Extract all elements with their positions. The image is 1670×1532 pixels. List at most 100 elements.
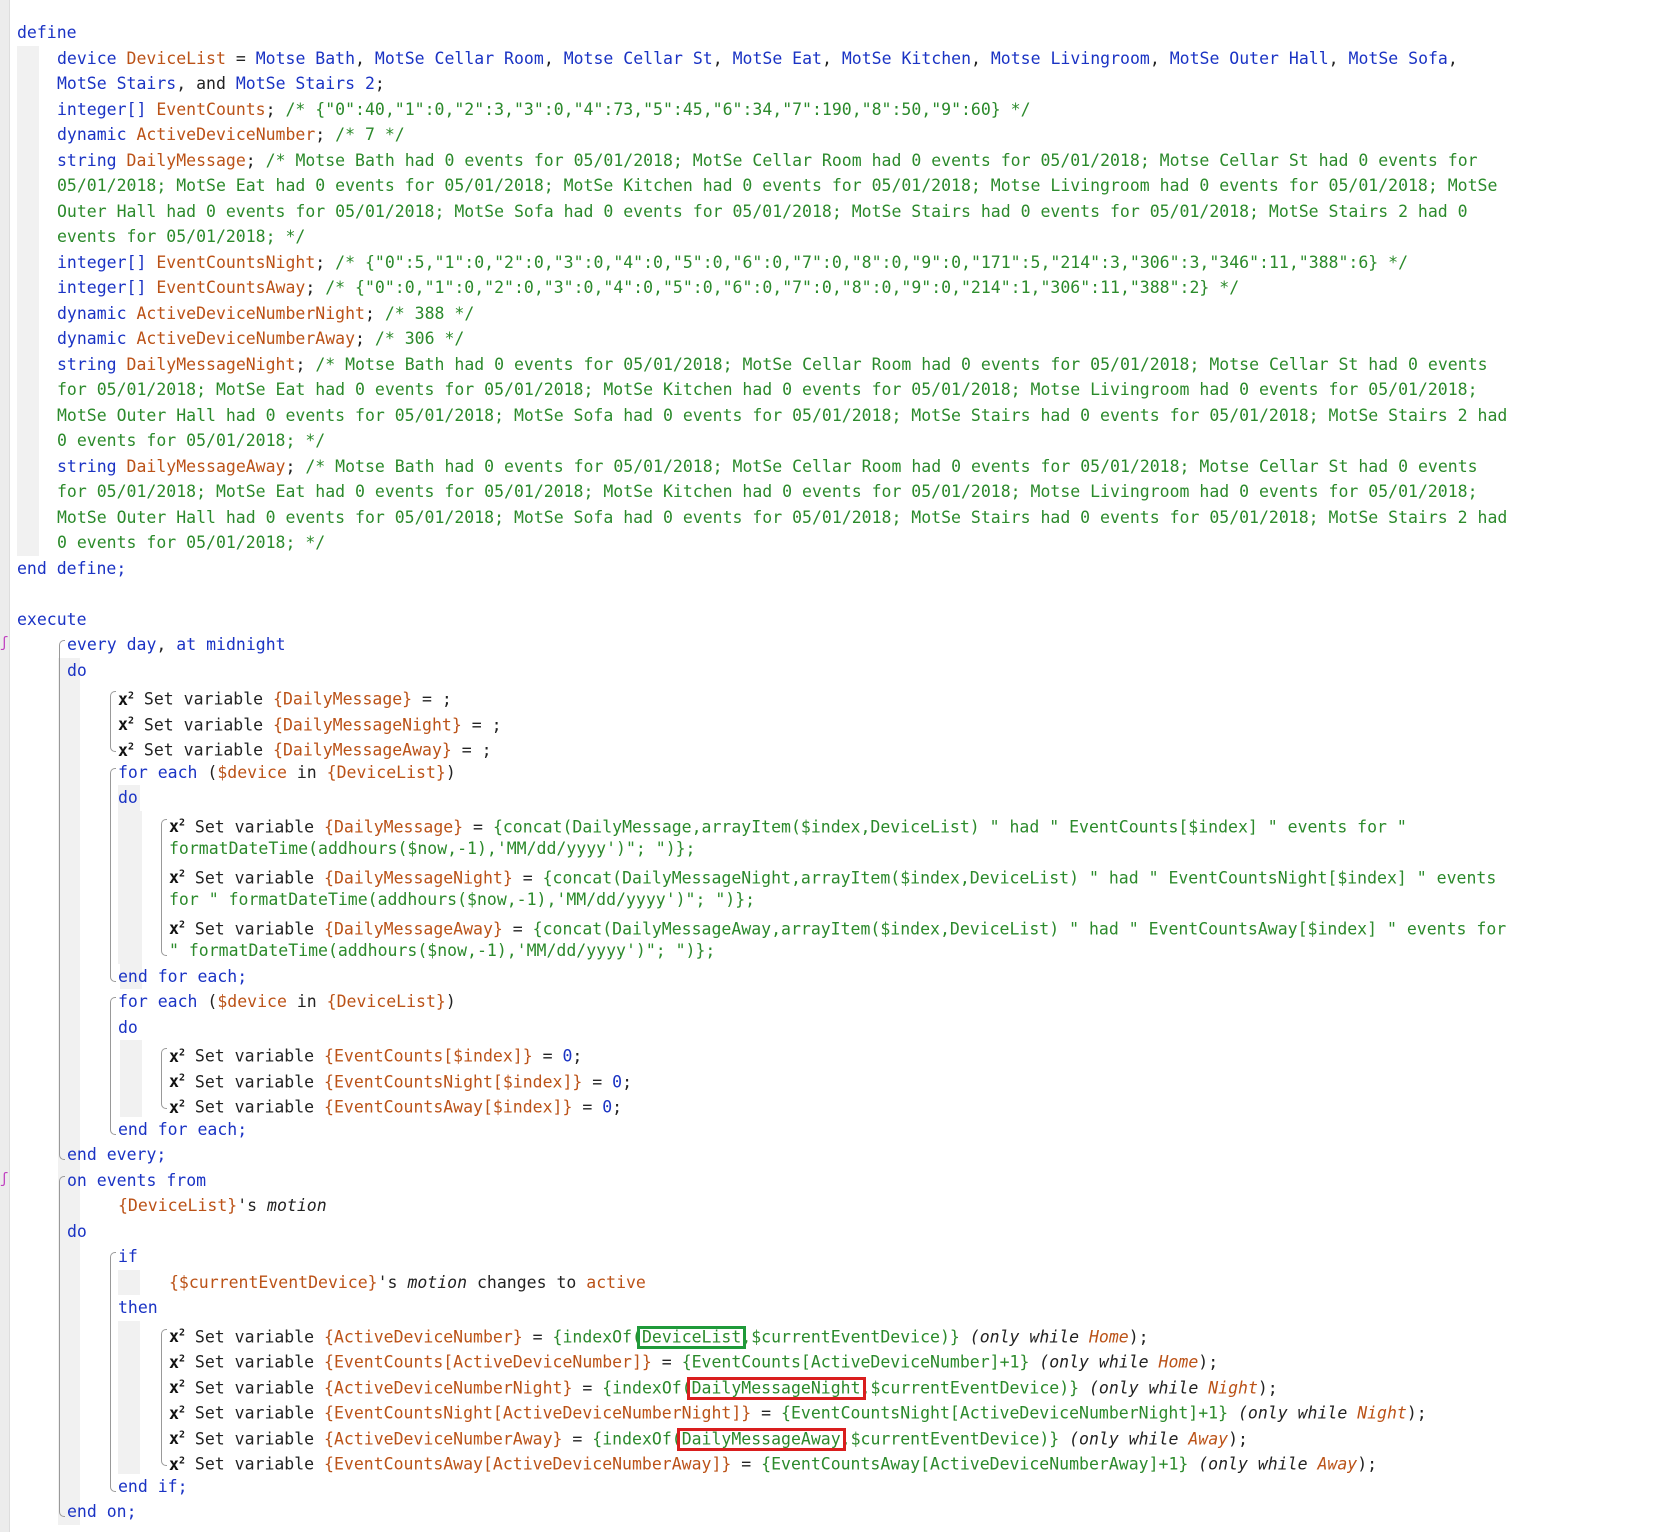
block-bracket[interactable] bbox=[161, 818, 167, 956]
code-token: ActiveDeviceNumber bbox=[136, 125, 316, 144]
code-token: , bbox=[821, 48, 842, 68]
code-token: events for 05/01/2018; */ bbox=[57, 227, 306, 246]
block-bracket[interactable] bbox=[59, 640, 65, 1160]
code-token: ActiveDeviceNumberNight bbox=[136, 303, 365, 323]
code-token: /* Motse Bath had 0 events for 05/01/201… bbox=[265, 150, 1478, 170]
code-token: {concat(DailyMessageNight,arrayItem($ind… bbox=[542, 868, 1497, 887]
code-token: {indexOf( bbox=[592, 1429, 682, 1448]
code-line: {DeviceList}'s motion bbox=[118, 1193, 327, 1219]
block-bracket[interactable] bbox=[110, 997, 116, 1135]
code-token: ); bbox=[1228, 1429, 1248, 1448]
code-line: for each ($device in {DeviceList}) bbox=[118, 989, 456, 1015]
code-token: dynamic bbox=[57, 125, 137, 144]
variable-icon: x2 bbox=[169, 919, 185, 938]
code-line: do bbox=[118, 1015, 138, 1041]
code-line: execute bbox=[17, 607, 87, 633]
code-token: = bbox=[751, 1403, 782, 1423]
code-token: Home bbox=[1088, 1327, 1129, 1346]
code-token: (only while bbox=[1079, 1378, 1209, 1397]
code-token: do bbox=[118, 788, 138, 807]
code-token: /* Motse Bath had 0 events for 05/01/201… bbox=[305, 456, 1478, 476]
code-token: MotSe Eat bbox=[732, 48, 822, 68]
code-line: events for 05/01/2018; */ bbox=[57, 224, 305, 250]
code-token: , bbox=[355, 48, 375, 68]
code-line: every day, at midnight bbox=[67, 632, 286, 658]
code-token: ; bbox=[285, 456, 306, 476]
variable-icon: x2 bbox=[169, 868, 185, 887]
code-token: Set variable bbox=[184, 817, 325, 836]
code-token: end if; bbox=[118, 1476, 188, 1496]
fold-handle-icon[interactable]: ʃ bbox=[0, 1172, 8, 1186]
block-bracket[interactable] bbox=[110, 767, 116, 982]
code-line: MotSe Stairs, and MotSe Stairs 2; bbox=[57, 71, 385, 97]
code-token: = bbox=[651, 1352, 682, 1372]
highlight-box-red bbox=[676, 1428, 846, 1451]
code-token: MotSe Outer Hall bbox=[1169, 48, 1329, 68]
code-token: active bbox=[586, 1272, 646, 1292]
code-line: x2 Set variable {EventCountsNight[$index… bbox=[169, 1066, 632, 1091]
code-token: DailyMessageAway bbox=[126, 456, 286, 476]
code-line: " formatDateTime(addhours($now,-1),'MM/d… bbox=[169, 938, 715, 964]
code-line: do bbox=[118, 785, 138, 811]
code-token: /* 388 */ bbox=[384, 303, 475, 323]
code-line: MotSe Outer Hall had 0 events for 05/01/… bbox=[57, 505, 1507, 531]
code-line: for each ($device in {DeviceList}) bbox=[118, 760, 456, 786]
code-line: x2 Set variable {EventCountsNight[Active… bbox=[169, 1397, 1427, 1423]
code-token: {indexOf( bbox=[602, 1378, 692, 1397]
code-token: Night bbox=[1208, 1378, 1258, 1397]
code-token: Away bbox=[1317, 1454, 1358, 1474]
code-line: formatDateTime(addhours($now,-1),'MM/dd/… bbox=[169, 836, 696, 862]
code-token: {DailyMessageNight} bbox=[324, 868, 513, 887]
code-line: dynamic ActiveDeviceNumber; /* 7 */ bbox=[57, 122, 405, 148]
code-line: 0 events for 05/01/2018; */ bbox=[57, 428, 325, 454]
code-line: x2 Set variable {DailyMessage} = {concat… bbox=[169, 811, 1407, 836]
code-line: then bbox=[118, 1295, 158, 1321]
code-token: for 05/01/2018; MotSe Eat had 0 events f… bbox=[57, 380, 1478, 399]
code-token: string bbox=[57, 150, 127, 170]
code-token: end define; bbox=[17, 558, 127, 578]
code-token: Motse Bath bbox=[255, 48, 356, 68]
block-bracket[interactable] bbox=[59, 1175, 65, 1517]
code-token: Night bbox=[1357, 1403, 1407, 1423]
code-token: {DailyMessageAway} bbox=[324, 919, 503, 938]
code-token: = bbox=[522, 1327, 553, 1346]
code-token: 05/01/2018; MotSe Eat had 0 events for 0… bbox=[57, 176, 1498, 195]
block-bracket[interactable] bbox=[110, 1252, 116, 1492]
code-token: /* {"0":5,"1":0,"2":0,"3":0,"4":0,"5":0,… bbox=[335, 252, 1409, 272]
code-token: {$currentEventDevice} bbox=[169, 1272, 378, 1292]
code-token: ,$currentEventDevice)} bbox=[840, 1429, 1060, 1448]
code-token: {EventCountsNight[$index]} bbox=[324, 1072, 583, 1091]
fold-handle-icon[interactable]: ʃ bbox=[0, 636, 8, 650]
code-token: {DeviceList} bbox=[326, 992, 446, 1011]
code-token: {ActiveDeviceNumberNight} bbox=[324, 1378, 573, 1397]
code-editor[interactable]: ʃ ʃ define device DeviceList = Motse Bath,… bbox=[0, 0, 1670, 1532]
code-token: motion bbox=[267, 1196, 327, 1215]
code-line: 0 events for 05/01/2018; */ bbox=[57, 530, 325, 556]
code-line: end every; bbox=[67, 1142, 166, 1168]
block-bracket[interactable] bbox=[161, 1048, 167, 1109]
variable-icon: x2 bbox=[118, 689, 134, 709]
code-token: {EventCounts[$index]} bbox=[324, 1046, 533, 1066]
code-token: 0 events for 05/01/2018; */ bbox=[57, 431, 326, 450]
indent-guide bbox=[118, 1269, 140, 1295]
block-bracket[interactable] bbox=[110, 691, 116, 752]
code-token: do bbox=[118, 1017, 138, 1037]
code-token: (only while bbox=[1059, 1429, 1189, 1448]
code-token: , bbox=[971, 48, 991, 68]
block-bracket[interactable] bbox=[161, 1328, 167, 1466]
code-token: Motse Cellar St bbox=[563, 48, 713, 68]
code-token: , and bbox=[176, 74, 236, 93]
code-token: MotSe Sofa bbox=[1348, 48, 1448, 68]
code-line: {$currentEventDevice}'s motion changes t… bbox=[169, 1270, 646, 1296]
code-token: = bbox=[572, 1097, 603, 1117]
code-token: {DailyMessage} bbox=[273, 689, 413, 709]
code-token: ); bbox=[1357, 1454, 1378, 1474]
code-token: EventCountsAway bbox=[156, 278, 306, 297]
code-token: end on; bbox=[67, 1502, 137, 1521]
code-token: ,$currentEventDevice)} bbox=[860, 1378, 1080, 1397]
code-token: /* {"0":0,"1":0,"2":0,"3":0,"4":0,"5":0,… bbox=[325, 278, 1240, 297]
code-token: Set variable bbox=[184, 1454, 325, 1474]
code-token: = ; bbox=[412, 689, 452, 709]
code-token: {ActiveDeviceNumber} bbox=[324, 1327, 523, 1346]
code-line: string DailyMessageNight; /* Motse Bath … bbox=[57, 352, 1488, 378]
